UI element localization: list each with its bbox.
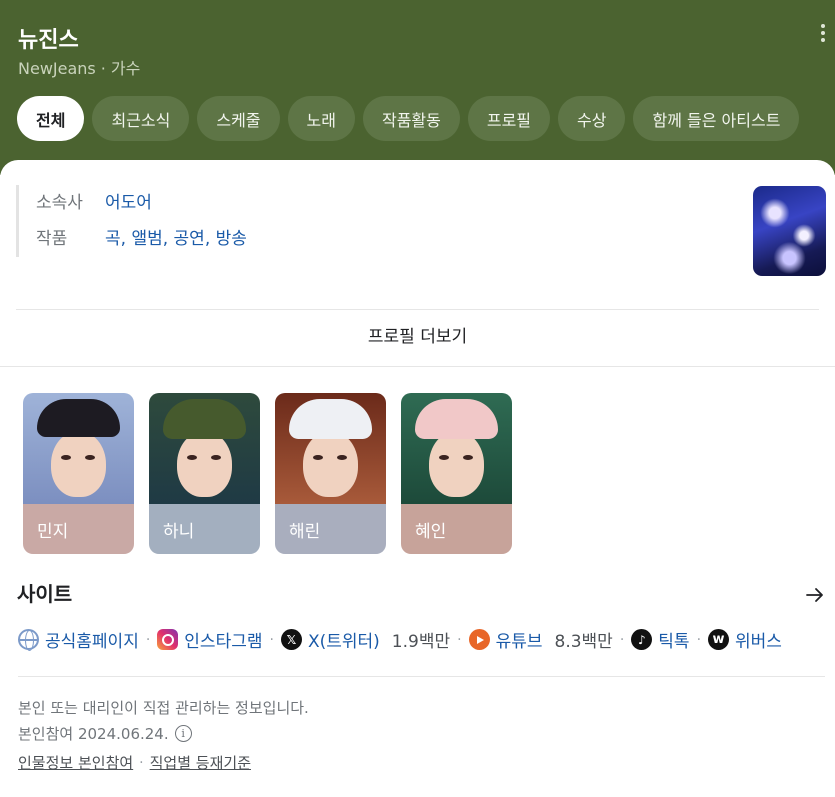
member-name: 하니 <box>149 504 260 554</box>
participation-date-row: 본인참여 2024.06.24. i <box>18 723 192 744</box>
agency-link[interactable]: 어도어 <box>105 185 152 221</box>
subscriber-count: 8.3백만 <box>554 632 613 652</box>
site-link-tiktok[interactable]: ♪ 틱톡 <box>631 627 690 652</box>
member-photo <box>275 393 386 504</box>
member-photo <box>401 393 512 504</box>
member-name: 민지 <box>23 504 134 554</box>
artist-thumbnail-image[interactable] <box>753 186 826 276</box>
agency-label: 소속사 <box>36 193 83 213</box>
info-icon[interactable]: i <box>174 725 192 742</box>
globe-icon <box>18 629 39 651</box>
sites-title: 사이트 <box>17 582 73 606</box>
follower-count: 1.9백만 <box>391 632 451 652</box>
works-links: 곡, 앨범, 공연, 방송 <box>105 229 247 249</box>
works-link-performances[interactable]: 공연 <box>174 229 205 249</box>
works-link-albums[interactable]: 앨범 <box>131 229 162 249</box>
youtube-icon <box>468 629 490 650</box>
divider <box>0 366 835 367</box>
tab-related-artists[interactable]: 함께 들은 아티스트 <box>633 96 800 141</box>
tab-all[interactable]: 전체 <box>17 96 85 141</box>
arrow-right-icon[interactable] <box>805 585 825 605</box>
site-link-weverse[interactable]: w 위버스 <box>708 627 782 652</box>
artist-type: 가수 <box>110 59 141 78</box>
artist-subtitle: NewJeans · 가수 <box>18 55 140 79</box>
works-link-broadcasts[interactable]: 방송 <box>216 229 247 249</box>
site-link-official[interactable]: 공식홈페이지 <box>18 627 139 652</box>
self-participation-link[interactable]: 인물정보 본인참여 <box>18 752 133 773</box>
member-photo <box>23 393 134 504</box>
footer-links: 인물정보 본인참여 · 직업별 등재기준 <box>18 752 251 773</box>
site-link-x-twitter[interactable]: 𝕏 X(트위터) 1.9백만 <box>280 627 451 652</box>
more-options-icon[interactable] <box>817 22 829 44</box>
works-label: 작품 <box>36 229 68 249</box>
member-name: 혜인 <box>401 504 512 554</box>
member-name: 해린 <box>275 504 386 554</box>
artist-info: 소속사 어도어 작품 곡, 앨범, 공연, 방송 <box>16 185 247 257</box>
tab-songs[interactable]: 노래 <box>287 96 355 141</box>
site-link-instagram[interactable]: 인스타그램 <box>157 627 263 652</box>
member-card-hyein[interactable]: 혜인 <box>401 393 512 554</box>
category-tabs: 전체 최근소식 스케줄 노래 작품활동 프로필 수상 함께 들은 아티스트 <box>17 96 800 141</box>
tab-recent-news[interactable]: 최근소식 <box>92 96 190 141</box>
artist-header: 뉴진스 NewJeans · 가수 전체 최근소식 스케줄 노래 작품활동 프로필 … <box>0 0 835 175</box>
participation-date: 본인참여 2024.06.24. <box>18 725 169 743</box>
divider <box>18 676 825 677</box>
managed-notice: 본인 또는 대리인이 직접 관리하는 정보입니다. <box>18 699 309 717</box>
tiktok-icon: ♪ <box>631 629 653 650</box>
works-link-songs[interactable]: 곡 <box>105 229 121 249</box>
tab-works[interactable]: 작품활동 <box>362 96 460 141</box>
agency-row: 소속사 어도어 <box>36 185 247 221</box>
weverse-icon: w <box>708 629 730 650</box>
member-photo <box>149 393 260 504</box>
site-link-youtube[interactable]: 유튜브 8.3백만 <box>468 627 613 652</box>
content-card: 소속사 어도어 작품 곡, 앨범, 공연, 방송 프로필 더보기 민지 하니 해… <box>0 160 835 797</box>
listing-criteria-link[interactable]: 직업별 등재기준 <box>150 752 251 773</box>
tab-profile[interactable]: 프로필 <box>467 96 551 141</box>
tab-awards[interactable]: 수상 <box>558 96 626 141</box>
member-card-haerin[interactable]: 해린 <box>275 393 386 554</box>
member-card-hanni[interactable]: 하니 <box>149 393 260 554</box>
instagram-icon <box>157 629 179 650</box>
divider <box>16 309 819 310</box>
profile-more-button[interactable]: 프로필 더보기 <box>0 322 835 347</box>
member-card-minji[interactable]: 민지 <box>23 393 134 554</box>
site-links: 공식홈페이지 · 인스타그램 · 𝕏 X(트위터) 1.9백만 · 유튜브 8.… <box>18 627 782 652</box>
subtitle-separator: · <box>100 59 106 78</box>
tab-schedule[interactable]: 스케줄 <box>197 96 280 141</box>
member-list: 민지 하니 해린 혜인 <box>23 393 512 554</box>
artist-english-name: NewJeans <box>18 59 96 78</box>
x-twitter-icon: 𝕏 <box>280 629 302 650</box>
artist-title: 뉴진스 <box>18 28 79 53</box>
works-row: 작품 곡, 앨범, 공연, 방송 <box>36 221 247 257</box>
